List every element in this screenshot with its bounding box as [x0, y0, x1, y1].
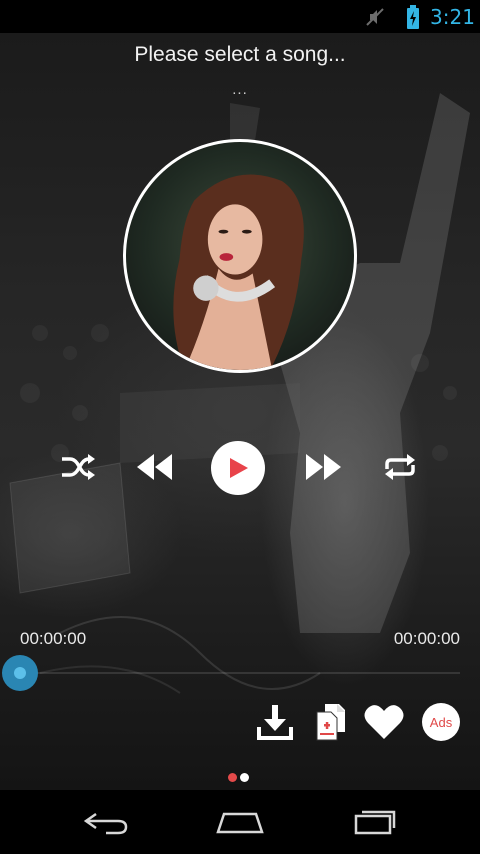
- back-icon: [83, 812, 128, 835]
- seek-bar[interactable]: [20, 672, 460, 674]
- add-to-playlist-button[interactable]: [310, 701, 350, 743]
- seek-thumb[interactable]: [2, 655, 38, 691]
- total-time: 00:00:00: [393, 629, 460, 648]
- song-title: Please select a song...: [134, 43, 346, 66]
- album-art: [123, 139, 357, 373]
- rewind-icon: [137, 454, 172, 480]
- shuffle-button[interactable]: [58, 449, 98, 485]
- next-button[interactable]: [302, 449, 346, 485]
- status-clock: 3:21: [430, 5, 475, 29]
- page-indicator: [228, 773, 252, 783]
- play-button[interactable]: [211, 441, 265, 495]
- album-art-photo: [173, 174, 304, 370]
- repeat-icon: [385, 454, 415, 480]
- ads-button[interactable]: Ads: [422, 703, 460, 741]
- navigation-bar: [0, 790, 480, 854]
- fast-forward-icon: [306, 454, 341, 480]
- play-icon: [230, 458, 248, 478]
- battery-charging-icon: [406, 5, 420, 29]
- previous-button[interactable]: [132, 449, 176, 485]
- song-artist: ...: [232, 81, 248, 98]
- favorite-button[interactable]: [362, 701, 406, 743]
- mute-icon: [364, 6, 386, 28]
- elapsed-time: 00:00:00: [20, 629, 87, 648]
- page-dot[interactable]: [240, 773, 249, 782]
- download-icon: [257, 705, 293, 740]
- recent-apps-button[interactable]: [344, 804, 404, 840]
- add-file-icon: [316, 704, 345, 741]
- music-player-screen: Please select a song... ... 00:00:00 00:…: [0, 33, 480, 790]
- shuffle-icon: [62, 454, 95, 480]
- status-bar: 3:21: [0, 0, 480, 33]
- home-button[interactable]: [210, 804, 270, 840]
- home-icon: [216, 812, 264, 834]
- heart-icon: [364, 705, 404, 739]
- action-row: Ads: [0, 701, 480, 743]
- repeat-button[interactable]: [378, 449, 422, 485]
- download-button[interactable]: [254, 701, 296, 743]
- recent-apps-icon: [354, 810, 396, 835]
- playback-controls: [0, 439, 480, 495]
- back-button[interactable]: [76, 804, 136, 840]
- page-dot-active[interactable]: [228, 773, 237, 782]
